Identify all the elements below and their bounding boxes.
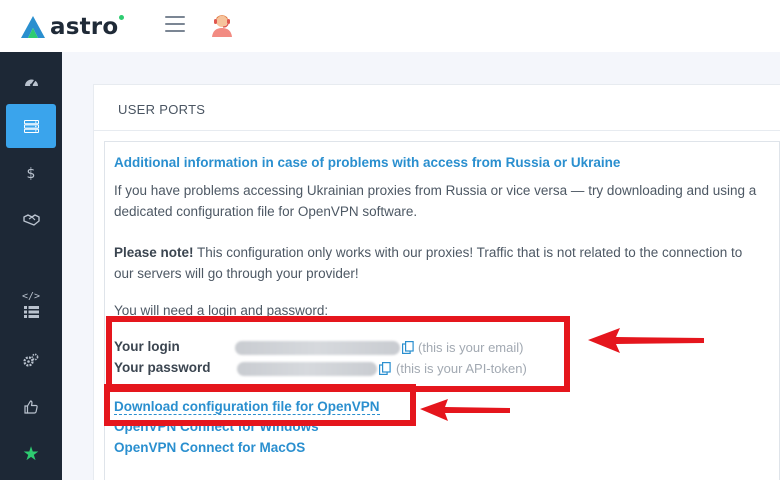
star-icon: ★: [22, 443, 40, 465]
annotation-arrow-credentials: [588, 328, 704, 353]
card-header: USER PORTS: [94, 85, 780, 131]
sidebar: $ </> ★: [0, 52, 62, 480]
thumbs-up-icon: [24, 400, 38, 414]
list-icon: [23, 306, 39, 318]
sidebar-item-list[interactable]: [6, 290, 56, 334]
sidebar-item-billing[interactable]: $: [6, 152, 56, 196]
sidebar-item-ports[interactable]: [6, 104, 56, 148]
brand-name: astro: [50, 14, 119, 40]
top-bar: astro: [0, 0, 780, 52]
page-title: USER PORTS: [118, 102, 206, 117]
settings-icon: [23, 353, 39, 367]
sidebar-item-partners[interactable]: [6, 198, 56, 242]
sidebar-item-dashboard[interactable]: [6, 59, 56, 103]
note-bold: Please note!: [114, 245, 194, 260]
support-agent-avatar[interactable]: [209, 12, 235, 38]
hamburger-icon[interactable]: [165, 16, 185, 32]
handshake-icon: [22, 214, 40, 226]
annotation-box-credentials: [106, 316, 570, 392]
dashboard-icon: [24, 79, 38, 86]
note-text: This configuration only works with our p…: [114, 245, 743, 281]
info-paragraph: If you have problems accessing Ukrainian…: [114, 183, 757, 219]
annotation-box-download: [104, 384, 416, 426]
astro-logo-icon: [21, 16, 45, 38]
info-title: Additional information in case of proble…: [114, 155, 621, 170]
brand-logo[interactable]: astro: [20, 13, 125, 41]
sidebar-item-favorites[interactable]: ★: [6, 432, 56, 476]
openvpn-macos-link[interactable]: OpenVPN Connect for MacOS: [114, 440, 305, 455]
annotation-arrow-download: [420, 399, 510, 421]
dollar-icon: $: [26, 166, 36, 182]
note-paragraph: Please note! This configuration only wor…: [114, 242, 764, 284]
sidebar-item-feedback[interactable]: [6, 385, 56, 429]
ports-icon: [23, 119, 39, 133]
brand-dot: [119, 15, 125, 20]
sidebar-item-settings[interactable]: [6, 338, 56, 382]
info-panel: Additional information in case of proble…: [104, 141, 780, 480]
